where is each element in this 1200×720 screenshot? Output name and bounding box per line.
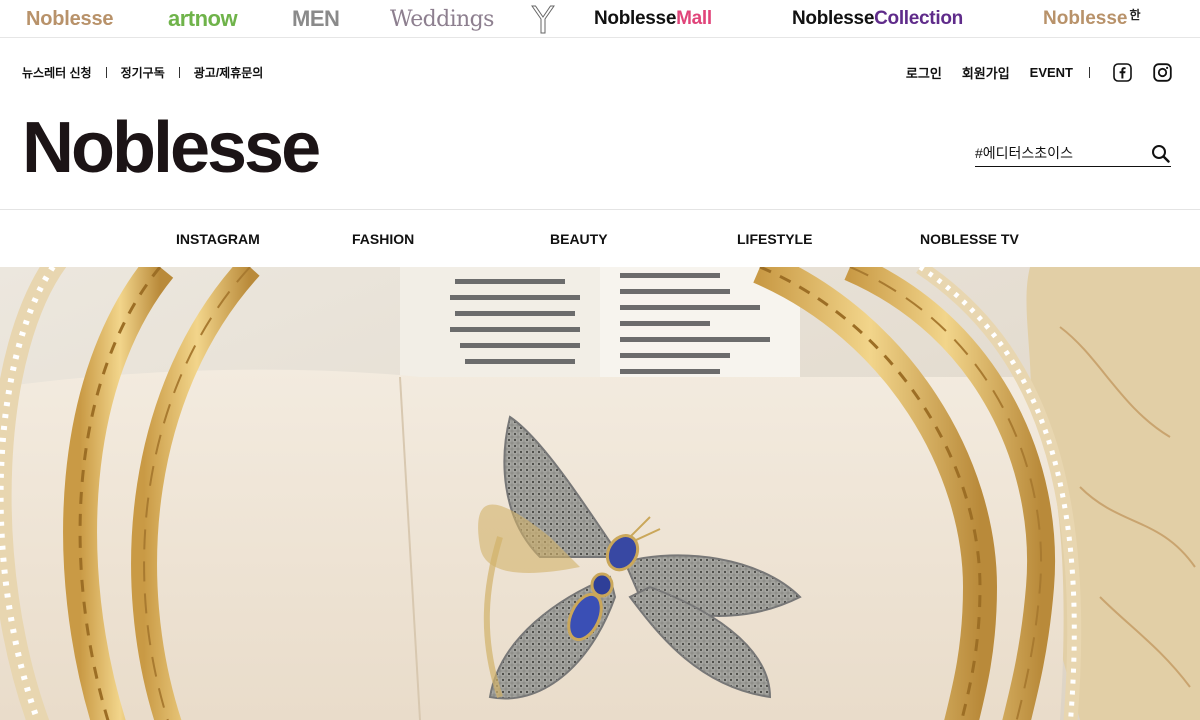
main-nav: INSTAGRAM FASHION BEAUTY LIFESTYLE NOBLE… <box>0 209 1200 267</box>
search-box <box>975 140 1171 167</box>
brand-mall-part-b: Mall <box>676 8 712 29</box>
brand-link-noblesse-collection[interactable]: Noblesse Collection <box>792 6 963 32</box>
search-icon[interactable] <box>1149 142 1171 164</box>
divider <box>178 66 180 78</box>
instagram-icon[interactable] <box>1152 62 1172 82</box>
hero-banner[interactable] <box>0 267 1200 720</box>
signup-link[interactable]: 회원가입 <box>962 63 1010 82</box>
brand-link-weddings[interactable]: Weddings <box>390 6 494 32</box>
utility-links-right: 로그인 회원가입 EVENT <box>906 60 1172 84</box>
brand-link-noblesse-mall[interactable]: Noblesse Mall <box>594 6 712 32</box>
brand-link-men[interactable]: MEN <box>292 6 340 32</box>
nav-item-beauty[interactable]: BEAUTY <box>550 210 608 268</box>
event-link[interactable]: EVENT <box>1030 65 1073 80</box>
brand-han-part-b: 한 <box>1129 7 1141 22</box>
brand-collection-part-b: Collection <box>874 8 963 29</box>
ad-inquiry-link[interactable]: 광고/제휴문의 <box>194 64 264 81</box>
newsletter-link[interactable]: 뉴스레터 신청 <box>22 64 92 81</box>
nav-item-fashion[interactable]: FASHION <box>352 210 414 268</box>
nav-item-noblesse-tv[interactable]: NOBLESSE TV <box>920 210 1019 268</box>
brand-link-y[interactable] <box>530 5 556 34</box>
facebook-icon[interactable] <box>1112 62 1132 82</box>
brand-han-part-a: Noblesse <box>1043 8 1128 29</box>
nav-item-lifestyle[interactable]: LIFESTYLE <box>737 210 812 268</box>
divider <box>1089 66 1090 78</box>
search-input[interactable] <box>975 145 1135 161</box>
site-logo[interactable]: Noblesse <box>22 112 321 184</box>
nav-item-instagram[interactable]: INSTAGRAM <box>176 210 260 268</box>
brand-collection-part-a: Noblesse <box>792 8 875 29</box>
login-link[interactable]: 로그인 <box>906 63 942 82</box>
subscribe-link[interactable]: 정기구독 <box>121 64 165 81</box>
brand-strip: Noblesse artnow MEN Weddings Noblesse Mal… <box>0 0 1200 38</box>
y-logo <box>531 5 555 34</box>
brand-link-artnow[interactable]: artnow <box>168 6 238 32</box>
divider <box>105 66 107 78</box>
brand-mall-part-a: Noblesse <box>594 8 677 29</box>
brand-link-noblesse[interactable]: Noblesse <box>26 6 114 32</box>
hero-image <box>0 267 1200 720</box>
brand-link-noblesse-han[interactable]: Noblesse 한 <box>1043 6 1141 32</box>
utility-links-left: 뉴스레터 신청 정기구독 광고/제휴문의 <box>22 62 263 82</box>
